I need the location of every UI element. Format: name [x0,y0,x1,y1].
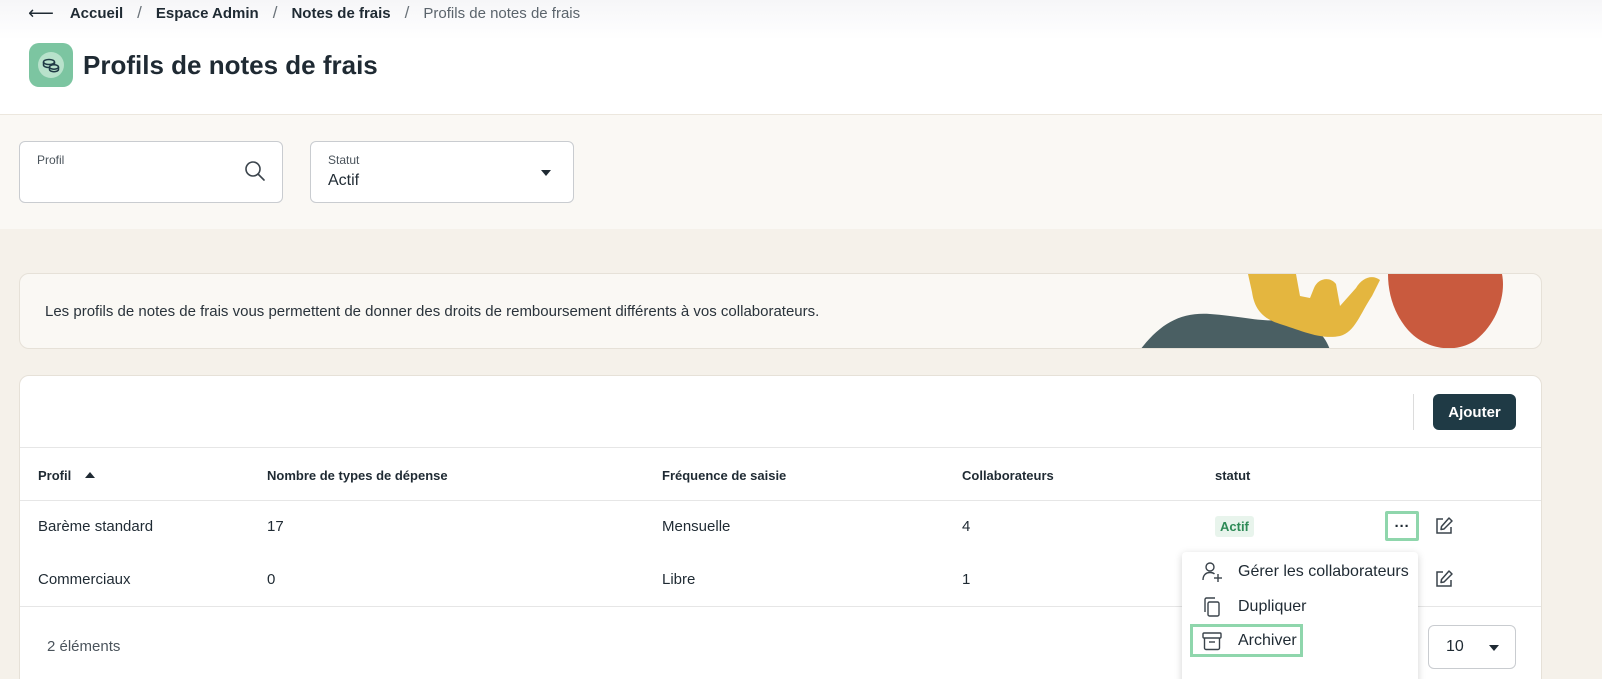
toolbar-divider [1413,394,1414,430]
column-header-profil[interactable]: Profil [38,468,96,483]
cell-collaborators: 4 [962,518,971,535]
menu-item-archive[interactable]: Archiver [1190,624,1303,657]
cell-types: 0 [267,571,276,588]
title-area: Profils de notes de frais [29,43,378,87]
menu-item-label: Dupliquer [1238,598,1307,615]
breadcrumb: ⟵ Accueil / Espace Admin / Notes de frai… [28,2,580,24]
menu-item-duplicate[interactable]: Dupliquer [1190,590,1410,624]
column-header-label: Profil [38,468,72,483]
edit-icon[interactable] [1434,569,1454,594]
breadcrumb-notes-de-frais[interactable]: Notes de frais [291,5,390,22]
cell-types: 17 [267,518,284,535]
breadcrumb-separator: / [404,3,410,22]
search-icon[interactable] [244,160,266,187]
breadcrumb-current: Profils de notes de frais [423,4,581,22]
copy-icon [1200,596,1224,618]
results-count: 2 éléments [47,638,121,655]
status-filter-value: Actif [328,172,360,189]
cell-frequency: Mensuelle [662,518,731,535]
cell-collaborators: 1 [962,571,971,588]
table-header: Profil Nombre de types de dépense Fréque… [20,447,1541,501]
arrow-left-icon[interactable]: ⟵ [28,3,54,24]
expense-coins-icon [29,43,73,87]
caret-down-icon [1489,645,1499,651]
decorative-shapes-illustration [1141,274,1503,348]
info-banner: Les profils de notes de frais vous perme… [19,273,1542,349]
table-row[interactable]: Barème standard 17 Mensuelle 4 Actif ··· [20,501,1541,554]
breadcrumb-separator: / [272,3,278,22]
cell-profile: Commerciaux [38,571,131,588]
archive-icon [1200,630,1224,652]
menu-item-manage-collaborators[interactable]: Gérer les collaborateurs [1190,555,1410,589]
column-header-types: Nombre de types de dépense [267,468,448,483]
more-actions-button[interactable]: ··· [1385,511,1419,541]
profile-filter-label: Profil [37,153,65,167]
status-filter-label: Statut [328,153,360,167]
caret-down-icon [541,170,551,176]
info-banner-text: Les profils de notes de frais vous perme… [45,303,820,320]
profile-search-input[interactable]: Profil [19,141,283,203]
filter-bar: Profil Statut Actif [0,115,1602,229]
breadcrumb-separator: / [137,3,142,22]
menu-item-label: Gérer les collaborateurs [1238,563,1409,580]
cell-profile: Barème standard [38,518,154,535]
column-header-frequence: Fréquence de saisie [662,468,787,483]
user-plus-icon [1200,561,1224,583]
page-title: Profils de notes de frais [83,49,378,80]
menu-item-label: Archiver [1238,631,1297,649]
page-header: ⟵ Accueil / Espace Admin / Notes de frai… [0,0,1602,115]
sort-ascending-icon[interactable] [85,471,96,478]
rows-per-page-value: 10 [1446,638,1464,655]
rows-per-page-select[interactable]: 10 [1428,625,1516,669]
add-profile-button[interactable]: Ajouter [1433,394,1516,430]
status-select[interactable]: Statut Actif [310,141,574,203]
cell-frequency: Libre [662,571,696,588]
breadcrumb-espace-admin[interactable]: Espace Admin [156,5,259,22]
status-badge: Actif [1215,516,1254,537]
column-header-statut: statut [1215,468,1251,483]
column-header-collaborateurs: Collaborateurs [962,468,1054,483]
row-actions-menu: Gérer les collaborateurs Dupliquer Archi… [1182,552,1418,679]
breadcrumb-accueil[interactable]: Accueil [70,5,123,22]
edit-icon[interactable] [1434,516,1454,541]
